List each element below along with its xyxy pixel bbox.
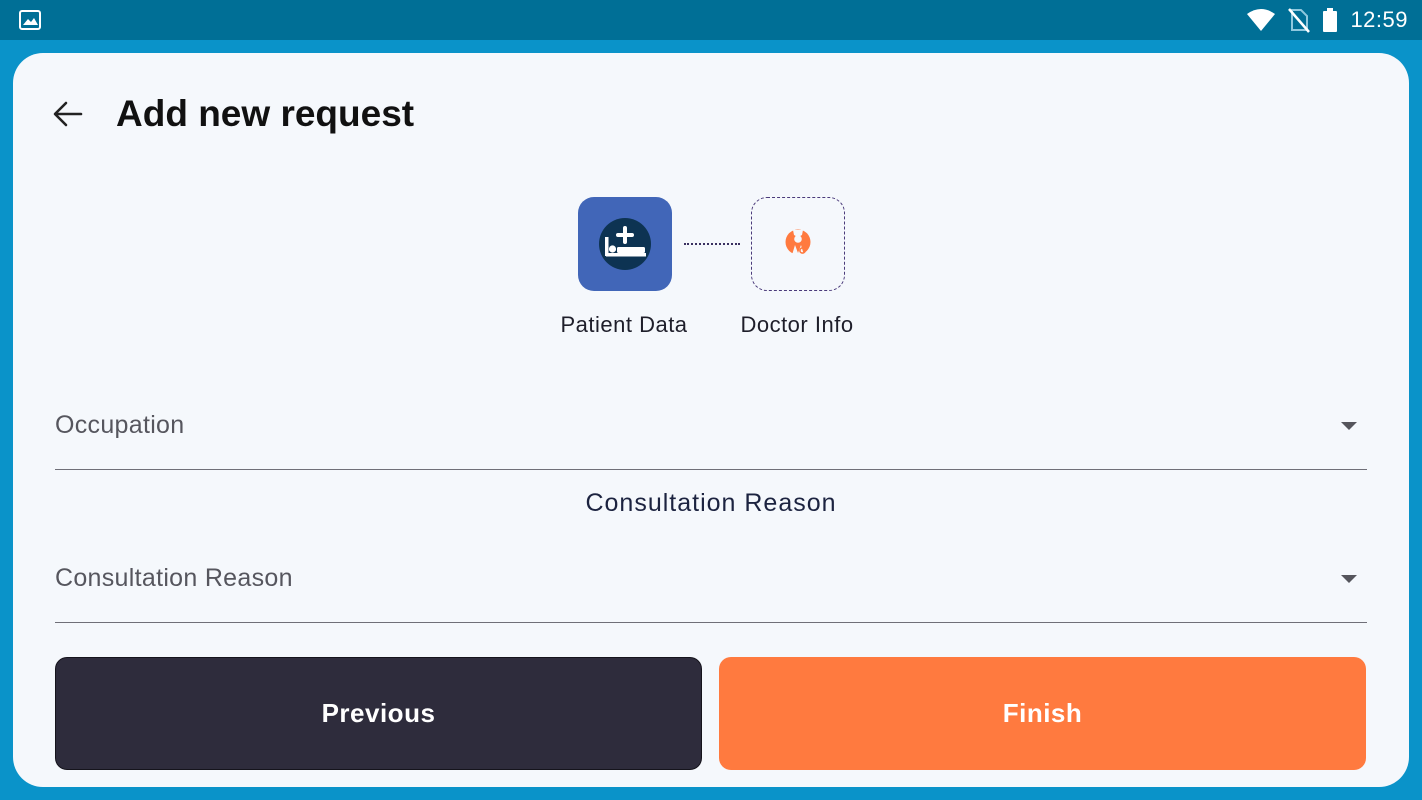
caret-down-icon	[1341, 422, 1357, 430]
step-connector	[684, 243, 740, 247]
doctor-icon	[785, 229, 811, 255]
previous-button[interactable]: Previous	[55, 657, 702, 770]
occupation-dropdown[interactable]: Occupation	[55, 393, 1367, 470]
no-sim-icon	[1288, 8, 1311, 33]
step-label-doctor-info: Doctor Info	[740, 312, 854, 337]
main-card: Add new request Patient Data Doctor Info…	[13, 53, 1409, 787]
battery-icon	[1323, 8, 1338, 32]
status-icons: 12:59	[1246, 0, 1408, 40]
patient-bed-icon	[599, 218, 651, 270]
finish-button[interactable]: Finish	[719, 657, 1366, 770]
occupation-placeholder: Occupation	[55, 411, 185, 439]
gallery-icon	[19, 10, 41, 30]
status-clock: 12:59	[1350, 7, 1408, 32]
arrow-left-icon[interactable]	[51, 97, 85, 131]
consultation-reason-placeholder: Consultation Reason	[55, 564, 293, 592]
status-bar: 12:59	[0, 0, 1422, 40]
caret-down-icon	[1341, 575, 1357, 583]
section-title-consultation-reason: Consultation Reason	[585, 489, 837, 517]
step-patient-data[interactable]	[578, 197, 672, 291]
step-label-patient-data: Patient Data	[560, 312, 688, 337]
wifi-icon	[1247, 9, 1276, 31]
page-title: Add new request	[116, 93, 415, 134]
step-doctor-info[interactable]	[751, 197, 845, 291]
consultation-reason-dropdown[interactable]: Consultation Reason	[55, 546, 1367, 623]
